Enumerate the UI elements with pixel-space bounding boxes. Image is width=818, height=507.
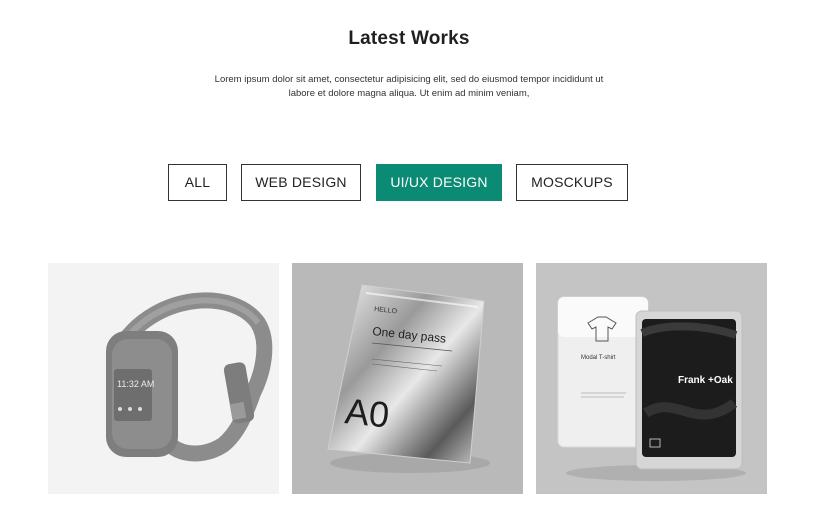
filter-web-design-button[interactable]: WEB DESIGN — [241, 164, 361, 201]
section-title: Latest Works — [348, 28, 470, 49]
filter-mockups-button[interactable]: MOSCKUPS — [516, 164, 628, 201]
brand-text: Frank +Oak — [678, 375, 733, 386]
filter-uiux-design-button[interactable]: UI/UX DESIGN — [376, 164, 502, 201]
section-description: Lorem ipsum dolor sit amet, consectetur … — [214, 74, 604, 99]
foil-pouch-icon: HELLO One day pass A0 — [327, 284, 490, 473]
tshirt-box-icon: Modal T-shirt Frank +Oak — [557, 296, 746, 481]
filter-bar: ALL WEB DESIGN UI/UX DESIGN MOSCKUPS — [0, 164, 818, 201]
tracker-time-text: 11:32 AM — [117, 379, 154, 389]
work-card-tshirt-boxes[interactable]: Modal T-shirt Frank +Oak — [536, 263, 767, 494]
box-label-text: Modal T-shirt — [581, 355, 616, 361]
pouch-code-text: A0 — [343, 390, 391, 435]
filter-all-button[interactable]: ALL — [168, 164, 227, 201]
work-card-fitness-tracker[interactable]: 11:32 AM — [48, 263, 279, 494]
fitness-tracker-icon: 11:32 AM — [106, 292, 273, 462]
work-card-foil-pouch[interactable]: HELLO One day pass A0 — [292, 263, 523, 494]
